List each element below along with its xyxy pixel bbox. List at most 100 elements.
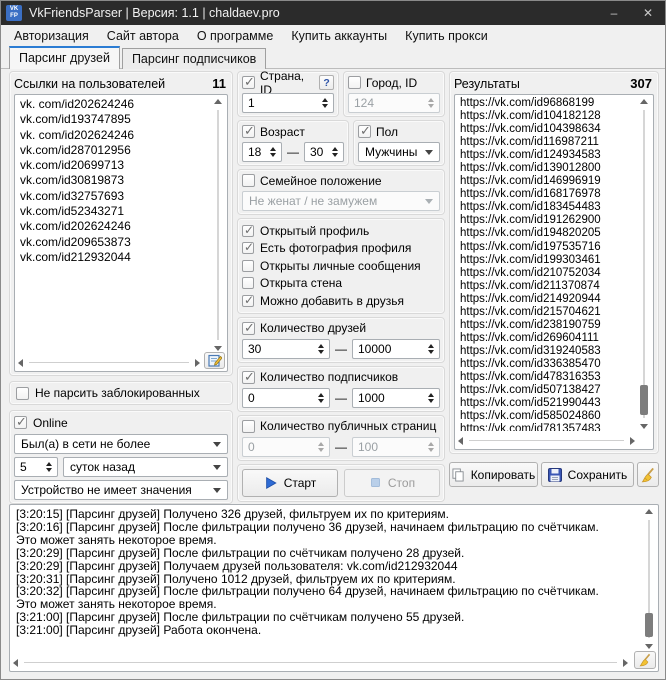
open-wall-checkbox[interactable] bbox=[242, 277, 254, 289]
list-item[interactable]: https://vk.com/id191262900 bbox=[460, 214, 635, 227]
spinner-down-icon[interactable] bbox=[318, 350, 324, 354]
scroll-left-icon[interactable] bbox=[18, 359, 23, 367]
spinner-down-icon[interactable] bbox=[428, 350, 434, 354]
friends-from-stepper[interactable]: 30 bbox=[242, 339, 330, 359]
spinner-up-icon[interactable] bbox=[318, 344, 324, 348]
spinner-down-icon[interactable] bbox=[332, 153, 338, 157]
country-id-stepper[interactable]: 1 bbox=[242, 93, 334, 113]
flag-can-add-friend[interactable]: Можно добавить в друзья bbox=[242, 294, 440, 308]
sex-select[interactable]: Мужчины bbox=[358, 142, 440, 162]
spinner-down-icon[interactable] bbox=[322, 104, 328, 108]
scroll-down-icon[interactable] bbox=[645, 644, 653, 649]
pages-to-stepper[interactable]: 100 bbox=[352, 437, 440, 457]
list-item[interactable]: https://vk.com/id238190759 bbox=[460, 319, 635, 332]
spinner-up-icon[interactable] bbox=[46, 462, 52, 466]
scroll-up-icon[interactable] bbox=[214, 99, 222, 104]
list-item[interactable]: https://vk.com/id269604111 bbox=[460, 332, 635, 345]
scrollbar-thumb[interactable] bbox=[640, 385, 648, 415]
list-item[interactable]: vk.com/id20699713 bbox=[20, 158, 209, 173]
start-button[interactable]: Старт bbox=[242, 469, 338, 497]
edit-links-button[interactable] bbox=[204, 352, 225, 369]
flag-open-messages[interactable]: Открыты личные сообщения bbox=[242, 259, 440, 273]
age-to-stepper[interactable]: 30 bbox=[304, 142, 344, 162]
results-listbox[interactable]: https://vk.com/id96868199https://vk.com/… bbox=[454, 94, 654, 450]
followers-count-checkbox[interactable] bbox=[242, 371, 255, 384]
scroll-down-icon[interactable] bbox=[640, 424, 648, 429]
list-item[interactable]: https://vk.com/id104398634 bbox=[460, 123, 635, 136]
scroll-right-icon[interactable] bbox=[630, 437, 635, 445]
list-item[interactable]: https://vk.com/id199303461 bbox=[460, 254, 635, 267]
list-item[interactable]: https://vk.com/id116987211 bbox=[460, 136, 635, 149]
clear-log-button[interactable] bbox=[634, 651, 656, 669]
list-item[interactable]: https://vk.com/id104182128 bbox=[460, 110, 635, 123]
clear-results-button[interactable] bbox=[637, 462, 659, 487]
list-item[interactable]: vk.com/id30819873 bbox=[20, 173, 209, 188]
list-item[interactable]: vk.com/id209653873 bbox=[20, 235, 209, 250]
log-horizontal-scrollbar[interactable] bbox=[13, 656, 628, 669]
menu-item[interactable]: О программе bbox=[188, 27, 282, 45]
spinner-down-icon[interactable] bbox=[46, 468, 52, 472]
list-item[interactable]: https://vk.com/id124934583 bbox=[460, 149, 635, 162]
flag-open-profile[interactable]: Открытый профиль bbox=[242, 224, 440, 238]
pages-count-checkbox[interactable] bbox=[242, 420, 255, 433]
scroll-right-icon[interactable] bbox=[195, 359, 200, 367]
save-button[interactable]: Сохранить bbox=[541, 462, 634, 487]
list-item[interactable]: https://vk.com/id168176978 bbox=[460, 188, 635, 201]
city-checkbox[interactable] bbox=[348, 76, 361, 89]
spinner-down-icon[interactable] bbox=[318, 399, 324, 403]
spinner-up-icon[interactable] bbox=[428, 344, 434, 348]
device-select[interactable]: Устройство не имеет значения bbox=[14, 480, 228, 500]
list-item[interactable]: https://vk.com/id214920944 bbox=[460, 293, 635, 306]
scroll-right-icon[interactable] bbox=[623, 659, 628, 667]
links-vertical-scrollbar[interactable] bbox=[212, 97, 225, 353]
results-vertical-scrollbar[interactable] bbox=[638, 97, 651, 431]
list-item[interactable]: vk. com/id202624246 bbox=[20, 128, 209, 143]
spinner-up-icon[interactable] bbox=[428, 393, 434, 397]
menu-item[interactable]: Сайт автора bbox=[98, 27, 188, 45]
spinner-up-icon[interactable] bbox=[322, 98, 328, 102]
spinner-up-icon[interactable] bbox=[270, 147, 276, 151]
list-item[interactable]: https://vk.com/id585024860 bbox=[460, 410, 635, 423]
results-horizontal-scrollbar[interactable] bbox=[458, 434, 635, 447]
close-button[interactable]: ✕ bbox=[631, 1, 665, 25]
skip-blocked-checkbox[interactable] bbox=[16, 387, 29, 400]
friends-count-checkbox[interactable] bbox=[242, 322, 255, 335]
log-panel[interactable]: [3:20:15] [Парсинг друзей] Получено 326 … bbox=[9, 504, 659, 672]
age-checkbox[interactable] bbox=[242, 125, 255, 138]
spinner-up-icon[interactable] bbox=[332, 147, 338, 151]
scroll-down-icon[interactable] bbox=[214, 346, 222, 351]
list-item[interactable]: vk.com/id202624246 bbox=[20, 219, 209, 234]
open-messages-checkbox[interactable] bbox=[242, 260, 254, 272]
followers-to-stepper[interactable]: 1000 bbox=[352, 388, 440, 408]
family-checkbox[interactable] bbox=[242, 174, 255, 187]
online-checkbox[interactable] bbox=[14, 416, 27, 429]
open-profile-checkbox[interactable] bbox=[242, 225, 254, 237]
list-item[interactable]: vk.com/id193747895 bbox=[20, 112, 209, 127]
friends-to-stepper[interactable]: 10000 bbox=[352, 339, 440, 359]
tab-parsing-followers[interactable]: Парсинг подписчиков bbox=[122, 48, 266, 69]
list-item[interactable]: https://vk.com/id507138427 bbox=[460, 384, 635, 397]
list-item[interactable]: https://vk.com/id96868199 bbox=[460, 97, 635, 110]
sex-checkbox[interactable] bbox=[358, 125, 371, 138]
list-item[interactable]: vk.com/id212932044 bbox=[20, 250, 209, 265]
list-item[interactable]: https://vk.com/id319240583 bbox=[460, 345, 635, 358]
links-horizontal-scrollbar[interactable] bbox=[18, 356, 200, 369]
family-select[interactable]: Не женат / не замужем bbox=[242, 191, 440, 211]
links-listbox[interactable]: vk. com/id202624246vk.com/id193747895vk.… bbox=[14, 94, 228, 372]
tab-parsing-friends[interactable]: Парсинг друзей bbox=[9, 46, 120, 69]
scroll-up-icon[interactable] bbox=[645, 509, 653, 514]
pages-from-stepper[interactable]: 0 bbox=[242, 437, 330, 457]
scroll-left-icon[interactable] bbox=[458, 437, 463, 445]
list-item[interactable]: vk. com/id202624246 bbox=[20, 97, 209, 112]
list-item[interactable]: https://vk.com/id183454483 bbox=[460, 201, 635, 214]
can-add-friend-checkbox[interactable] bbox=[242, 295, 254, 307]
list-item[interactable]: https://vk.com/id139012800 bbox=[460, 162, 635, 175]
spinner-up-icon[interactable] bbox=[318, 393, 324, 397]
has-photo-checkbox[interactable] bbox=[242, 242, 254, 254]
list-item[interactable]: https://vk.com/id215704621 bbox=[460, 306, 635, 319]
list-item[interactable]: https://vk.com/id194820205 bbox=[460, 227, 635, 240]
list-item[interactable]: https://vk.com/id336385470 bbox=[460, 358, 635, 371]
list-item[interactable]: vk.com/id52343271 bbox=[20, 204, 209, 219]
list-item[interactable]: https://vk.com/id521990443 bbox=[460, 397, 635, 410]
country-checkbox[interactable] bbox=[242, 76, 255, 89]
